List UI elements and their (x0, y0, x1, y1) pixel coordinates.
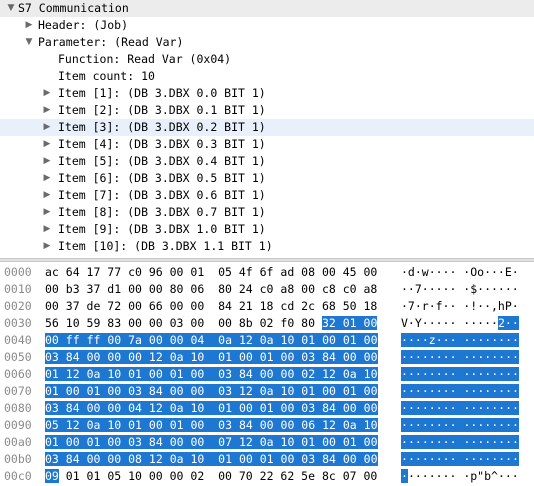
tree-row-label: Header: (Job) (38, 18, 129, 32)
chevron-right-icon[interactable]: ▶ (42, 238, 52, 255)
hex-bytes[interactable]: 01 00 01 00 03 84 00 00 07 12 0a 10 01 0… (45, 434, 378, 451)
packet-bytes-pane[interactable]: 0000 ac 64 17 77 c0 96 00 01 05 4f 6f ad … (0, 264, 534, 486)
hex-bytes[interactable]: 00 ff ff 00 7a 00 00 04 0a 12 0a 10 01 0… (45, 332, 378, 349)
tree-row[interactable]: ▶ Item [6]: (DB 3.DBX 0.5 BIT 1) (0, 170, 534, 187)
tree-row-label: Item [5]: (DB 3.DBX 0.4 BIT 1) (58, 154, 266, 168)
hex-bytes[interactable]: 01 00 01 00 03 84 00 00 03 12 0a 10 01 0… (45, 383, 378, 400)
tree-row-label: Item [4]: (DB 3.DBX 0.3 BIT 1) (58, 137, 266, 151)
chevron-right-icon[interactable]: ▶ (24, 17, 34, 34)
ascii-bytes[interactable]: V·Y····· ·····2·· (401, 315, 519, 332)
tree-row-label: Item [6]: (DB 3.DBX 0.5 BIT 1) (58, 171, 266, 185)
chevron-down-icon[interactable]: ▼ (24, 34, 34, 51)
ascii-bytes[interactable]: ········ ········ (401, 400, 519, 417)
hex-bytes[interactable]: ac 64 17 77 c0 96 00 01 05 4f 6f ad 08 0… (45, 264, 377, 281)
hex-row: 0070 01 00 01 00 03 84 00 00 03 12 0a 10 … (0, 383, 534, 400)
ascii-bytes[interactable]: ·d·w···· ·Oo···E· (401, 264, 519, 281)
hex-bytes[interactable]: 03 84 00 00 08 12 0a 10 01 00 01 00 03 8… (45, 451, 378, 468)
hex-bytes[interactable]: 03 84 00 00 04 12 0a 10 01 00 01 00 03 8… (45, 400, 378, 417)
hex-row: 0040 00 ff ff 00 7a 00 00 04 0a 12 0a 10 … (0, 332, 534, 349)
hex-row: 0000 ac 64 17 77 c0 96 00 01 05 4f 6f ad … (0, 264, 534, 281)
tree-row[interactable]: ▶ Item [1]: (DB 3.DBX 0.0 BIT 1) (0, 85, 534, 102)
chevron-right-icon[interactable]: ▶ (42, 187, 52, 204)
tree-row[interactable]: ▶ Item [9]: (DB 3.DBX 1.0 BIT 1) (0, 221, 534, 238)
tree-row-label: Item [9]: (DB 3.DBX 1.0 BIT 1) (58, 222, 266, 236)
hex-bytes[interactable]: 56 10 59 83 00 00 03 00 00 8b 02 f0 80 3… (45, 315, 378, 332)
ascii-bytes[interactable]: ········ ········ (401, 417, 519, 434)
hex-offset: 0020 (4, 299, 32, 313)
tree-row-label: Parameter: (Read Var) (38, 35, 184, 49)
ascii-bytes[interactable]: ········ ·p"b^··· (401, 468, 519, 485)
hex-offset: 0050 (4, 350, 32, 364)
hex-bytes[interactable]: 03 84 00 00 00 12 0a 10 01 00 01 00 03 8… (45, 349, 378, 366)
tree-row[interactable]: ▼ S7 Communication (0, 0, 534, 17)
tree-row[interactable]: ▶ Header: (Job) (0, 17, 534, 34)
hex-offset: 0030 (4, 316, 32, 330)
tree-row[interactable]: ▶ Item [5]: (DB 3.DBX 0.4 BIT 1) (0, 153, 534, 170)
hex-row: 0010 00 b3 37 d1 00 00 80 06 80 24 c0 a8 … (0, 281, 534, 298)
tree-row[interactable]: ▶ Item [3]: (DB 3.DBX 0.2 BIT 1) (0, 119, 534, 136)
chevron-right-icon[interactable]: ▶ (42, 170, 52, 187)
tree-row[interactable]: ▶ Item [2]: (DB 3.DBX 0.1 BIT 1) (0, 102, 534, 119)
hex-offset: 00a0 (4, 435, 32, 449)
chevron-right-icon[interactable]: ▶ (42, 204, 52, 221)
hex-bytes[interactable]: 05 12 0a 10 01 00 01 00 03 84 00 00 06 1… (45, 417, 378, 434)
hex-offset: 00b0 (4, 452, 32, 466)
chevron-right-icon[interactable]: ▶ (42, 136, 52, 153)
tree-row[interactable]: ▼ Parameter: (Read Var) (0, 34, 534, 51)
tree-row[interactable]: Item count: 10 (0, 68, 534, 85)
hex-offset: 0060 (4, 367, 32, 381)
ascii-bytes[interactable]: ········ ········ (401, 451, 519, 468)
chevron-down-icon[interactable]: ▼ (6, 0, 16, 17)
ascii-bytes[interactable]: ········ ········ (401, 366, 519, 383)
ascii-bytes[interactable]: ········ ········ (401, 434, 519, 451)
ascii-bytes[interactable]: ········ ········ (401, 383, 519, 400)
tree-row-label: Item [2]: (DB 3.DBX 0.1 BIT 1) (58, 103, 266, 117)
ascii-bytes[interactable]: ··7····· ·$······ (401, 281, 519, 298)
ascii-bytes[interactable]: ·7·r·f·· ·!··,hP· (401, 298, 519, 315)
hex-offset: 0070 (4, 384, 32, 398)
hex-offset: 0010 (4, 282, 32, 296)
hex-row: 0030 56 10 59 83 00 00 03 00 00 8b 02 f0 … (0, 315, 534, 332)
ascii-bytes[interactable]: ····z··· ········ (401, 332, 519, 349)
chevron-right-icon[interactable]: ▶ (42, 102, 52, 119)
packet-details-pane[interactable]: ▼ S7 Communication ▶ Header: (Job) ▼ Paramete… (0, 0, 534, 258)
tree-row-label: Item [8]: (DB 3.DBX 0.7 BIT 1) (58, 205, 266, 219)
tree-row-label: Function: Read Var (0x04) (58, 52, 232, 66)
tree-row-label: Item count: 10 (58, 69, 155, 83)
tree-row-label: Item [7]: (DB 3.DBX 0.6 BIT 1) (58, 188, 266, 202)
hex-row: 0080 03 84 00 00 04 12 0a 10 01 00 01 00 … (0, 400, 534, 417)
hex-offset: 0000 (4, 265, 32, 279)
tree-row[interactable]: ▶ Item [10]: (DB 3.DBX 1.1 BIT 1) (0, 238, 534, 255)
tree-row-label: Item [3]: (DB 3.DBX 0.2 BIT 1) (58, 120, 266, 134)
chevron-right-icon[interactable]: ▶ (42, 85, 52, 102)
hex-row: 0050 03 84 00 00 00 12 0a 10 01 00 01 00 … (0, 349, 534, 366)
hex-offset: 00c0 (4, 469, 32, 483)
tree-row-label: S7 Communication (18, 1, 129, 15)
hex-bytes[interactable]: 01 12 0a 10 01 00 01 00 03 84 00 00 02 1… (45, 366, 378, 383)
tree-row[interactable]: ▶ Item [4]: (DB 3.DBX 0.3 BIT 1) (0, 136, 534, 153)
hex-bytes[interactable]: 00 37 de 72 00 66 00 00 84 21 18 cd 2c 6… (45, 298, 377, 315)
ascii-bytes[interactable]: ········ ········ (401, 349, 519, 366)
hex-row: 00a0 01 00 01 00 03 84 00 00 07 12 0a 10 … (0, 434, 534, 451)
hex-bytes[interactable]: 09 01 01 05 10 00 00 02 00 70 22 62 5e 8… (45, 468, 377, 485)
chevron-right-icon[interactable]: ▶ (42, 221, 52, 238)
tree-row-label: Item [1]: (DB 3.DBX 0.0 BIT 1) (58, 86, 266, 100)
hex-offset: 0040 (4, 333, 32, 347)
hex-offset: 0080 (4, 401, 32, 415)
hex-offset: 0090 (4, 418, 32, 432)
hex-row: 00b0 03 84 00 00 08 12 0a 10 01 00 01 00 … (0, 451, 534, 468)
hex-row: 0060 01 12 0a 10 01 00 01 00 03 84 00 00 … (0, 366, 534, 383)
pane-splitter[interactable] (0, 258, 534, 262)
hex-row: 0020 00 37 de 72 00 66 00 00 84 21 18 cd … (0, 298, 534, 315)
hex-row: 00c0 09 01 01 05 10 00 00 02 00 70 22 62 … (0, 468, 534, 485)
chevron-right-icon[interactable]: ▶ (42, 153, 52, 170)
tree-row[interactable]: Function: Read Var (0x04) (0, 51, 534, 68)
hex-row: 0090 05 12 0a 10 01 00 01 00 03 84 00 00 … (0, 417, 534, 434)
chevron-right-icon[interactable]: ▶ (42, 119, 52, 136)
tree-row[interactable]: ▶ Item [7]: (DB 3.DBX 0.6 BIT 1) (0, 187, 534, 204)
hex-bytes[interactable]: 00 b3 37 d1 00 00 80 06 80 24 c0 a8 00 c… (45, 281, 377, 298)
tree-row[interactable]: ▶ Item [8]: (DB 3.DBX 0.7 BIT 1) (0, 204, 534, 221)
tree-row-label: Item [10]: (DB 3.DBX 1.1 BIT 1) (58, 239, 273, 253)
